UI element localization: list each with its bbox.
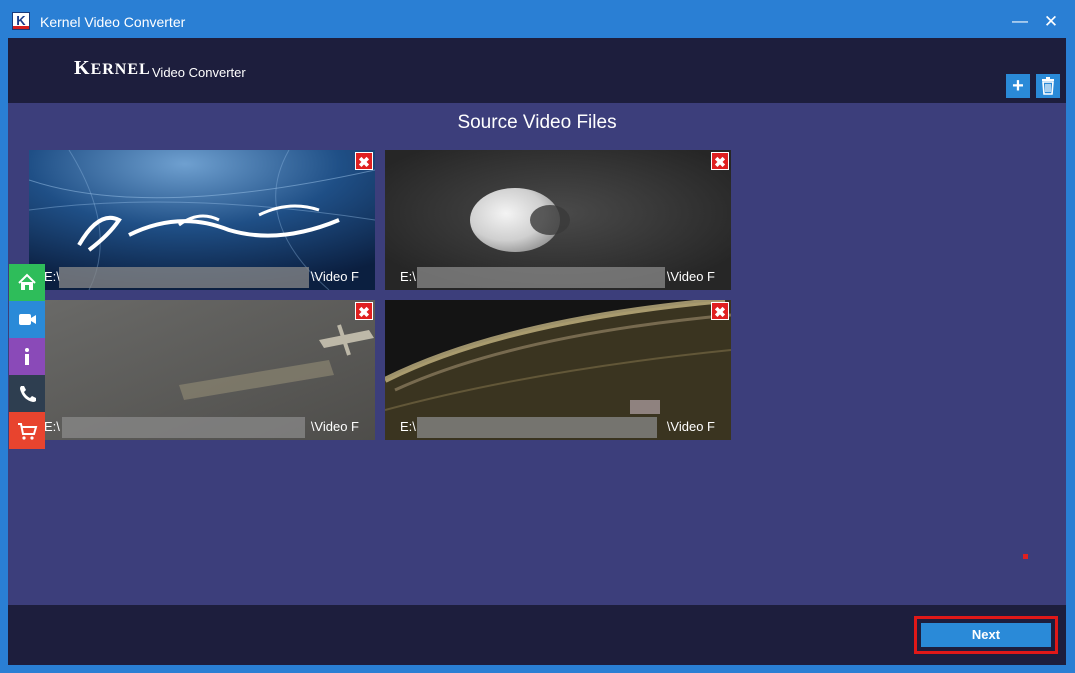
minimize-button[interactable]: — bbox=[1005, 9, 1035, 35]
nav-video-button[interactable] bbox=[9, 301, 45, 338]
window-title: Kernel Video Converter bbox=[40, 14, 186, 30]
file-path: E:\ \Video F bbox=[385, 264, 731, 290]
app-icon: K bbox=[12, 12, 30, 30]
footer-bar: Next bbox=[8, 605, 1066, 665]
phone-icon bbox=[20, 386, 36, 402]
side-nav bbox=[9, 264, 45, 449]
main-frame: KERNEL Video Converter + Source Video Fi… bbox=[8, 38, 1066, 665]
remove-file-button[interactable]: ✖ bbox=[711, 152, 729, 170]
redacted-path bbox=[417, 417, 657, 438]
file-path: E:\ \Video F bbox=[385, 414, 731, 440]
video-tile[interactable]: ✖ E:\ \Video F bbox=[385, 150, 731, 290]
info-icon bbox=[25, 348, 29, 365]
remove-file-button[interactable]: ✖ bbox=[355, 302, 373, 320]
video-camera-icon bbox=[19, 314, 36, 325]
nav-info-button[interactable] bbox=[9, 338, 45, 375]
next-button-highlight: Next bbox=[914, 616, 1058, 654]
next-button[interactable]: Next bbox=[921, 623, 1051, 647]
indicator-dot bbox=[1023, 554, 1028, 559]
add-file-button[interactable]: + bbox=[1006, 74, 1030, 98]
file-path: E:\ \Video F bbox=[29, 414, 375, 440]
nav-cart-button[interactable] bbox=[9, 412, 45, 449]
remove-file-button[interactable]: ✖ bbox=[711, 302, 729, 320]
app-header: KERNEL Video Converter + bbox=[8, 38, 1066, 103]
remove-file-button[interactable]: ✖ bbox=[355, 152, 373, 170]
trash-icon bbox=[1042, 77, 1054, 95]
kernel-logo: KERNEL bbox=[74, 57, 151, 79]
nav-home-button[interactable] bbox=[9, 264, 45, 301]
page-title: Source Video Files bbox=[457, 112, 617, 133]
close-button[interactable]: ✕ bbox=[1036, 9, 1066, 35]
title-bar: K Kernel Video Converter — ✕ bbox=[0, 0, 1075, 38]
nav-phone-button[interactable] bbox=[9, 375, 45, 412]
redacted-path bbox=[417, 267, 665, 288]
cart-icon bbox=[18, 423, 38, 440]
home-icon bbox=[18, 273, 36, 290]
video-tile[interactable]: ✖ E:\ \Video F bbox=[385, 300, 731, 440]
file-path: E:\ \Video F bbox=[29, 264, 375, 290]
redacted-path bbox=[62, 417, 305, 438]
video-tile[interactable]: ✖ E:\ \Video F bbox=[29, 150, 375, 290]
redacted-path bbox=[59, 267, 309, 288]
video-tile[interactable]: ✖ E:\ \Video F bbox=[29, 300, 375, 440]
delete-all-button[interactable] bbox=[1036, 74, 1060, 98]
product-name: Video Converter bbox=[152, 65, 246, 80]
